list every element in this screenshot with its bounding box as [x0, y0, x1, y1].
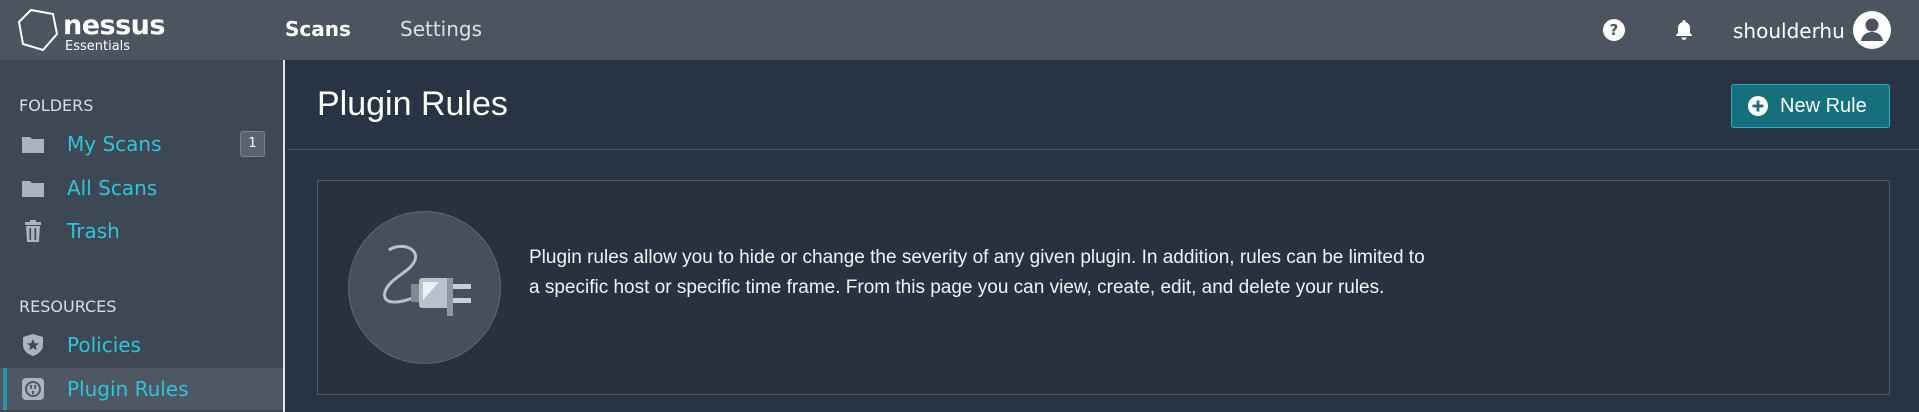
tab-settings[interactable]: Settings [400, 17, 482, 41]
trash-icon [25, 220, 41, 242]
header-divider [287, 149, 1919, 150]
resources-heading: RESOURCES [19, 297, 117, 316]
brand-name: nessus [63, 10, 165, 41]
sidebar-item-label: My Scans [67, 132, 162, 156]
sidebar-item-label: Policies [67, 333, 141, 357]
main-content: Plugin Rules New Rule Plugin rules allow… [287, 60, 1919, 412]
plugin-rules-description: Plugin rules allow you to hide or change… [529, 247, 1425, 298]
username[interactable]: shoulderhu [1733, 19, 1845, 43]
sidebar: FOLDERS My Scans 1 All Scans Trash RESOU… [0, 60, 285, 412]
tab-scans[interactable]: Scans [285, 17, 351, 41]
sidebar-item-all-scans[interactable]: All Scans [0, 167, 283, 209]
sidebar-item-my-scans[interactable]: My Scans 1 [0, 123, 283, 165]
person-icon [1861, 18, 1883, 41]
folder-icon [22, 181, 44, 197]
sidebar-item-plugin-rules[interactable]: Plugin Rules [0, 368, 283, 410]
sidebar-item-policies[interactable]: Policies [0, 324, 283, 366]
svg-text:?: ? [1610, 21, 1619, 39]
new-rule-button[interactable]: New Rule [1731, 84, 1890, 128]
page-title: Plugin Rules [317, 85, 508, 123]
sidebar-item-label: All Scans [67, 176, 158, 200]
shield-star-icon [23, 334, 43, 356]
new-rule-label: New Rule [1780, 95, 1867, 117]
bell-icon[interactable] [1672, 18, 1696, 42]
brand-edition: Essentials [65, 39, 131, 54]
sidebar-item-label: Plugin Rules [67, 377, 189, 401]
count-badge: 1 [240, 131, 265, 157]
hexagon-logo-icon [17, 8, 59, 52]
help-icon[interactable]: ? [1602, 18, 1626, 42]
plugin-rules-info-panel: Plugin rules allow you to hide or change… [317, 180, 1890, 395]
folder-icon [22, 137, 44, 153]
folders-heading: FOLDERS [19, 96, 94, 115]
sidebar-item-trash[interactable]: Trash [0, 210, 283, 252]
top-navigation-bar: nessus Essentials Scans Settings ? shoul… [0, 0, 1919, 60]
plus-circle-icon [1748, 96, 1768, 116]
user-avatar-icon[interactable] [1853, 11, 1891, 49]
sidebar-item-label: Trash [67, 219, 120, 243]
plug-illustration-icon [348, 211, 501, 364]
plug-icon [22, 378, 44, 400]
nessus-logo[interactable]: nessus Essentials [17, 8, 167, 54]
